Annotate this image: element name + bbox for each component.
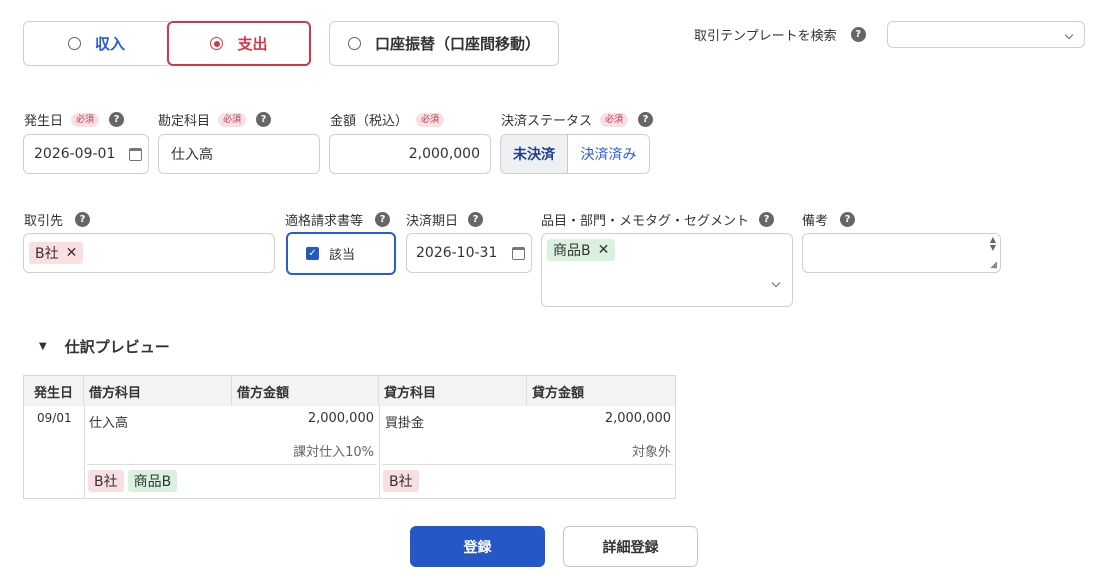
expense-type-option[interactable]: 支出 <box>167 21 311 66</box>
item-tags-label: 品目・部門・メモタグ・セグメント <box>541 214 750 229</box>
row-credit-tax: 対象外 <box>631 445 671 460</box>
due-date-input[interactable]: 2026-10-31 <box>406 233 532 273</box>
detail-register-button[interactable]: 詳細登録 <box>563 526 698 567</box>
item-tags-label-group: 品目・部門・メモタグ・セグメント ? <box>541 210 775 229</box>
settlement-status-toggle: 未決済 決済済み <box>500 134 650 174</box>
col-header-credit-account: 貸方科目 <box>379 376 527 406</box>
preview-section-header[interactable]: ▼ 仕訳プレビュー <box>39 336 170 357</box>
row-credit-account: 買掛金 <box>385 416 425 431</box>
paid-option[interactable]: 決済済み <box>568 135 649 173</box>
required-badge: 必須 <box>600 112 629 127</box>
partner-label-group: 取引先 ? <box>24 210 91 229</box>
row-date: 09/01 <box>37 411 72 425</box>
amount-value: 2,000,000 <box>408 146 480 162</box>
row-divider <box>87 464 376 465</box>
template-search-select[interactable] <box>887 21 1085 48</box>
due-date-label: 決済期日 <box>406 214 459 229</box>
help-icon[interactable]: ? <box>256 112 272 127</box>
credit-tags: B社 <box>383 470 419 492</box>
required-badge: 必須 <box>416 112 445 127</box>
income-label: 収入 <box>94 35 125 53</box>
col-header-credit-amount: 貸方金額 <box>527 376 675 406</box>
qualified-invoice-label: 適格請求書等 <box>285 214 364 229</box>
row-debit-amount: 2,000,000 <box>307 411 374 426</box>
help-icon[interactable]: ? <box>109 112 125 127</box>
caret-down-icon: ▼ <box>39 341 47 352</box>
partner-tag-label: B社 <box>35 246 59 262</box>
debit-tag-partner: B社 <box>88 470 124 492</box>
income-radio-icon <box>67 37 81 50</box>
qualified-invoice-checkbox-label: 該当 <box>329 248 356 263</box>
calendar-icon[interactable] <box>129 147 142 161</box>
income-type-option[interactable]: 収入 <box>23 21 169 66</box>
checkbox-checked-icon[interactable]: ✓ <box>306 247 319 260</box>
col-header-date: 発生日 <box>24 376 84 406</box>
remarks-label: 備考 <box>802 214 829 229</box>
debit-tags: B社 商品B <box>88 470 178 492</box>
register-button[interactable]: 登録 <box>410 526 545 567</box>
issue-date-label: 発生日 <box>24 114 64 129</box>
debit-tag-item: 商品B <box>127 470 178 492</box>
account-input[interactable]: 仕入高 <box>158 134 320 174</box>
item-tag: 商品B ✕ <box>547 239 616 261</box>
remarks-textarea[interactable]: ▲ ▼ ◢ <box>802 233 1001 273</box>
help-icon[interactable]: ? <box>840 212 856 227</box>
unpaid-option[interactable]: 未決済 <box>501 135 568 173</box>
due-date-value: 2026-10-31 <box>416 245 498 261</box>
col-header-debit-account: 借方科目 <box>84 376 232 406</box>
amount-label: 金額（税込） <box>330 114 409 129</box>
spinner-icon[interactable]: ▲ ▼ <box>990 236 996 252</box>
issue-date-label-group: 発生日 必須 ? <box>24 110 125 129</box>
row-credit-amount: 2,000,000 <box>604 411 671 426</box>
credit-tag-partner: B社 <box>383 470 419 492</box>
chevron-down-icon <box>771 278 781 288</box>
column-divider <box>379 406 380 499</box>
column-divider <box>84 406 85 499</box>
help-icon[interactable]: ? <box>759 212 775 227</box>
qualified-invoice-label-group: 適格請求書等 ? <box>285 210 391 229</box>
amount-input[interactable]: 2,000,000 <box>329 134 491 174</box>
chevron-down-icon <box>1064 30 1074 39</box>
remove-tag-icon[interactable]: ✕ <box>66 245 78 261</box>
amount-label-group: 金額（税込） 必須 <box>330 110 454 129</box>
required-badge: 必須 <box>71 112 100 127</box>
issue-date-value: 2026-09-01 <box>34 146 116 162</box>
preview-title: 仕訳プレビュー <box>64 338 170 356</box>
expense-label: 支出 <box>237 35 268 53</box>
expense-radio-icon <box>210 37 224 50</box>
remove-tag-icon[interactable]: ✕ <box>598 242 610 258</box>
help-icon[interactable]: ? <box>638 112 654 127</box>
issue-date-input[interactable]: 2026-09-01 <box>23 134 149 174</box>
col-header-debit-amount: 借方金額 <box>232 376 379 406</box>
partner-input[interactable]: B社 ✕ <box>23 233 275 273</box>
transfer-label: 口座振替（口座間移動） <box>374 35 540 53</box>
remarks-label-group: 備考 ? <box>802 210 856 229</box>
settlement-status-label: 決済ステータス <box>501 114 593 129</box>
transfer-type-option[interactable]: 口座振替（口座間移動） <box>329 21 559 66</box>
account-value: 仕入高 <box>171 147 213 163</box>
item-tags-input[interactable]: 商品B ✕ <box>541 233 793 307</box>
qualified-invoice-checkbox-field[interactable]: ✓ 該当 <box>286 232 396 275</box>
account-label: 勘定科目 <box>158 114 211 129</box>
transfer-radio-icon <box>347 37 361 50</box>
template-search-label: 取引テンプレートを検索 <box>694 29 837 44</box>
journal-preview-table: 発生日 借方科目 借方金額 貸方科目 貸方金額 09/01 仕入高 2,000,… <box>23 375 676 499</box>
resize-handle-icon[interactable]: ◢ <box>990 260 997 270</box>
account-label-group: 勘定科目 必須 ? <box>158 110 272 129</box>
partner-tag: B社 ✕ <box>29 242 84 264</box>
required-badge: 必須 <box>218 112 247 127</box>
due-date-label-group: 決済期日 ? <box>406 210 484 229</box>
settlement-status-label-group: 決済ステータス 必須 ? <box>501 110 654 129</box>
row-debit-tax: 課対仕入10% <box>293 445 374 460</box>
help-icon[interactable]: ? <box>375 212 391 227</box>
partner-label: 取引先 <box>24 214 64 229</box>
help-icon[interactable]: ? <box>75 212 91 227</box>
row-debit-account: 仕入高 <box>89 416 129 431</box>
calendar-icon[interactable] <box>512 246 525 260</box>
row-divider <box>382 464 673 465</box>
item-tag-label: 商品B <box>553 243 591 259</box>
template-search-label-group: 取引テンプレートを検索 ? <box>694 25 866 44</box>
help-icon[interactable]: ? <box>850 27 866 42</box>
help-icon[interactable]: ? <box>468 212 484 227</box>
